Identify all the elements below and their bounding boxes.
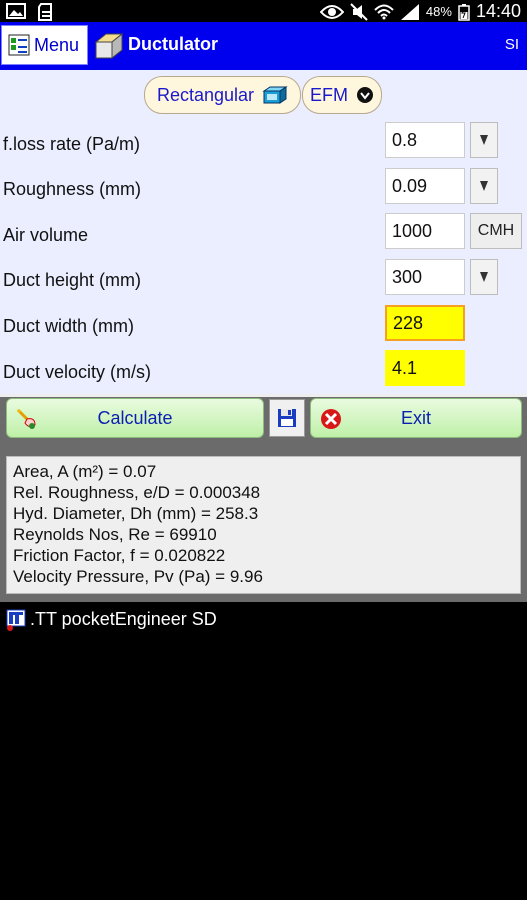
method-selector-button[interactable]: EFM [302,76,382,114]
triangle-down-icon [480,272,488,282]
triangle-down-icon [480,181,488,191]
close-circle-icon [321,409,341,429]
app-header: Menu Ductulator SI [0,22,527,70]
results-panel: Area, A (m²) = 0.07 Rel. Roughness, e/D … [0,446,527,602]
wifi-icon [374,4,394,19]
footer-text[interactable]: .TT pocketEngineer SD [30,609,217,630]
mute-icon [350,2,368,21]
duct-height-label: Duct height (mm) [3,270,142,290]
roughness-label: Roughness (mm) [3,179,142,199]
units-label[interactable]: SI [505,36,519,53]
triangle-down-icon [480,135,488,145]
floss-rate-input[interactable] [385,122,465,158]
air-volume-label: Air volume [3,225,89,245]
roughness-input[interactable] [385,168,465,204]
battery-icon [458,3,470,21]
duct-velocity-label: Duct velocity (m/s) [3,362,152,382]
pocketengineer-logo-icon [6,609,26,631]
duct-velocity-input[interactable] [385,350,465,386]
result-hyd-diameter: Hyd. Diameter, Dh (mm) = 258.3 [13,504,259,523]
floss-rate-dropdown[interactable] [470,122,498,158]
result-velocity-pressure: Velocity Pressure, Pv (Pa) = 9.96 [13,567,263,586]
sd-card-notification-icon [38,3,52,21]
status-bar: 48% 14:40 [0,0,527,22]
floss-rate-label: f.loss rate (Pa/m) [3,134,141,154]
roughness-dropdown[interactable] [470,168,498,204]
floppy-disk-icon [278,409,296,427]
menu-label: Menu [34,34,80,55]
eye-icon [319,4,344,19]
result-area: Area, A (m²) = 0.07 [13,462,157,481]
shape-selector-button[interactable]: Rectangular [144,76,301,114]
clock: 14:40 [475,1,521,21]
image-notification-icon [6,3,26,19]
calculate-wand-icon [16,408,36,429]
signal-icon [400,3,419,20]
duct-height-dropdown[interactable] [470,259,498,295]
footer: .TT pocketEngineer SD [0,602,527,900]
exit-button[interactable]: Exit [310,398,522,438]
method-selector-label: EFM [310,84,348,105]
app-title: Ductulator [128,34,218,54]
air-volume-input[interactable] [385,213,465,249]
result-friction-factor: Friction Factor, f = 0.020822 [13,546,226,565]
result-rel-roughness: Rel. Roughness, e/D = 0.000348 [13,483,261,502]
exit-label: Exit [400,407,431,428]
battery-percentage: 48% [425,4,452,19]
input-form: Rectangular EFM f.loss rate (Pa/m) Rough… [0,70,527,394]
duct-width-input[interactable] [385,305,465,341]
air-volume-unit-button[interactable]: CMH [470,213,522,249]
divider [0,394,527,397]
shape-selector-label: Rectangular [156,84,255,105]
action-bar: Calculate Exit [0,394,527,446]
save-button[interactable] [269,399,305,437]
duct-height-input[interactable] [385,259,465,295]
result-reynolds: Reynolds Nos, Re = 69910 [13,525,217,544]
menu-list-icon [8,34,30,56]
duct-width-label: Duct width (mm) [3,316,135,336]
calculate-label: Calculate [97,407,173,428]
rectangular-duct-icon [262,86,288,104]
calculate-button[interactable]: Calculate [6,398,264,438]
chevron-down-circle-icon [357,87,373,103]
results-box: Area, A (m²) = 0.07 Rel. Roughness, e/D … [6,456,521,594]
duct-icon [94,32,124,60]
menu-button[interactable]: Menu [1,25,88,65]
